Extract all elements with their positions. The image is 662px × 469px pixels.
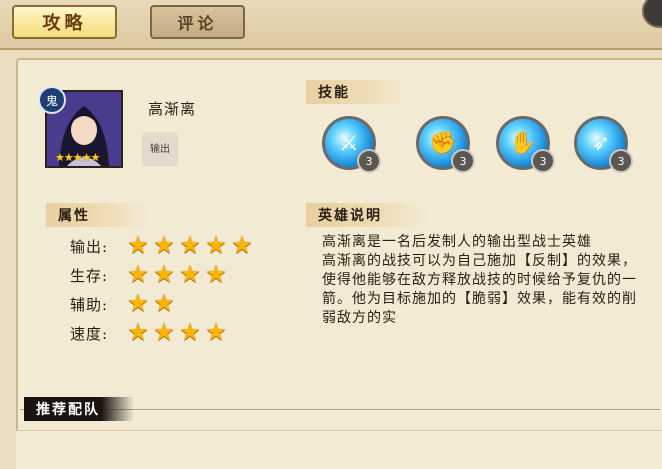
attribute-label: 速度: xyxy=(70,324,109,343)
attribute-row-output: 输出: ★ ★ ★ ★ ★ xyxy=(70,231,256,259)
hero-rarity-stars: ★★★★★ xyxy=(55,151,100,164)
attribute-stars: ★ ★ ★ ★ xyxy=(126,260,230,288)
skill-level: 3 xyxy=(451,149,475,173)
team-content-area xyxy=(16,430,662,469)
description-paragraph: 高渐离的战技可以为自己施加【反制】的效果，使得他能够在敌方释放战技的时候给予复仇… xyxy=(322,253,637,326)
attribute-label: 生存: xyxy=(70,266,109,285)
recommended-team-bar: 推荐配队 xyxy=(20,397,662,421)
skill-2[interactable]: ✊ 3 xyxy=(416,116,475,173)
star-icon: ★ xyxy=(205,260,227,288)
attribute-stars: ★ ★ ★ ★ ★ xyxy=(126,231,256,259)
corner-button[interactable] xyxy=(642,0,662,28)
star-icon: ★ xyxy=(153,318,175,346)
skill-level: 3 xyxy=(357,149,381,173)
description-header: 英雄说明 xyxy=(306,203,428,227)
role-badge: 输出 xyxy=(142,132,178,166)
star-icon: ★ xyxy=(127,231,149,259)
star-icon: ★ xyxy=(127,260,149,288)
star-icon: ★ xyxy=(127,289,149,317)
attribute-row-support: 辅助: ★ ★ xyxy=(70,289,178,317)
tab-comment[interactable]: 评论 xyxy=(150,5,245,39)
attribute-label: 输出: xyxy=(70,237,109,256)
attributes-header: 属性 xyxy=(46,203,148,227)
hero-name: 高渐离 xyxy=(148,100,197,118)
star-icon: ★ xyxy=(153,260,175,288)
skill-4[interactable]: ➶ 3 xyxy=(574,116,633,173)
recommended-team-title: 推荐配队 xyxy=(24,397,134,421)
star-icon: ★ xyxy=(127,318,149,346)
skill-level: 3 xyxy=(531,149,555,173)
attribute-stars: ★ ★ ★ ★ xyxy=(126,318,230,346)
hero-description[interactable]: 高渐离是一名后发制人的输出型战士英雄 高渐离的战技可以为自己施加【反制】的效果，… xyxy=(322,233,640,355)
attribute-label: 辅助: xyxy=(70,295,109,314)
star-icon: ★ xyxy=(205,318,227,346)
star-icon: ★ xyxy=(153,289,175,317)
faction-badge: 鬼 xyxy=(38,86,66,114)
star-icon: ★ xyxy=(153,231,175,259)
attribute-row-speed: 速度: ★ ★ ★ ★ xyxy=(70,318,230,346)
skill-level: 3 xyxy=(609,149,633,173)
tab-guide[interactable]: 攻略 xyxy=(12,5,117,39)
star-icon: ★ xyxy=(179,318,201,346)
star-icon: ★ xyxy=(205,231,227,259)
description-paragraph: 高渐离是一名后发制人的输出型战士英雄 xyxy=(322,234,592,250)
star-icon: ★ xyxy=(231,231,253,259)
star-icon: ★ xyxy=(179,260,201,288)
star-icon: ★ xyxy=(179,231,201,259)
top-bar: 攻略 评论 xyxy=(0,0,662,50)
skills-header: 技能 xyxy=(306,80,408,104)
skill-1[interactable]: ⚔ 3 xyxy=(322,116,381,173)
attribute-row-survival: 生存: ★ ★ ★ ★ xyxy=(70,260,230,288)
skill-3[interactable]: ✋ 3 xyxy=(496,116,555,173)
attribute-stars: ★ ★ xyxy=(126,289,178,317)
